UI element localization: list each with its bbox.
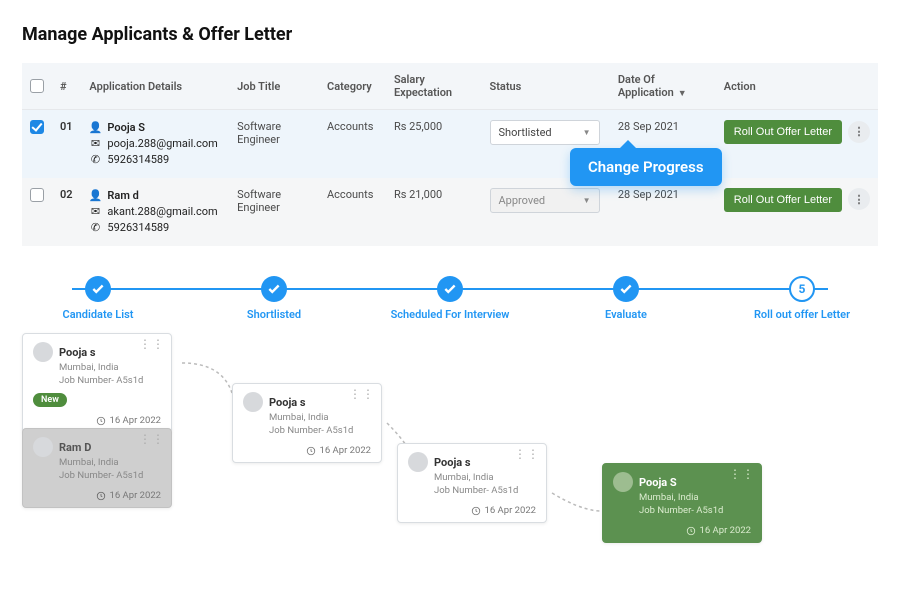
table-row: 01 👤Pooja S ✉pooja.288@gmail.com ✆592631… [22, 110, 878, 178]
avatar [33, 342, 53, 362]
status-select[interactable]: Shortlisted▼ [490, 120, 600, 145]
roll-out-offer-button[interactable]: Roll Out Offer Letter [724, 120, 842, 144]
step-candidate-list[interactable]: Candidate List [28, 276, 168, 322]
salary: Rs 21,000 [386, 178, 482, 246]
clock-icon [686, 526, 696, 536]
change-progress-tooltip: Change Progress [570, 148, 722, 186]
card-menu-icon[interactable]: ⋮⋮ [729, 470, 755, 478]
job-title: Software Engineer [229, 110, 319, 178]
step-scheduled-interview[interactable]: Scheduled For Interview [380, 276, 520, 322]
card-menu-icon[interactable]: ⋮⋮ [514, 450, 540, 458]
clock-icon [306, 446, 316, 456]
chevron-down-icon: ▼ [583, 128, 591, 137]
status-select[interactable]: Approved▼ [490, 188, 600, 213]
candidate-card[interactable]: ⋮⋮ Pooja s Mumbai, India Job Number- A5s… [22, 333, 172, 433]
progress-stepper: Candidate List Shortlisted Scheduled For… [22, 276, 878, 322]
phone-icon: ✆ [89, 220, 101, 236]
candidate-card[interactable]: ⋮⋮ Pooja S Mumbai, India Job Number- A5s… [602, 463, 762, 543]
col-salary: Salary Expectation [386, 63, 482, 110]
person-icon: 👤 [89, 120, 101, 136]
job-title: Software Engineer [229, 178, 319, 246]
check-icon [267, 282, 281, 296]
clock-icon [471, 506, 481, 516]
row-actions-menu[interactable]: ⋮ [848, 188, 870, 210]
col-category: Category [319, 63, 386, 110]
candidate-card[interactable]: ⋮⋮ Pooja s Mumbai, India Job Number- A5s… [397, 443, 547, 523]
col-index: # [52, 63, 81, 110]
step-node-pending: 5 [789, 276, 815, 302]
check-icon [443, 282, 457, 296]
card-menu-icon[interactable]: ⋮⋮ [349, 390, 375, 398]
row-checkbox[interactable] [30, 188, 44, 202]
step-node-done [613, 276, 639, 302]
step-shortlisted[interactable]: Shortlisted [204, 276, 344, 322]
check-icon [91, 282, 105, 296]
new-badge: New [33, 393, 67, 407]
email-icon: ✉ [89, 136, 101, 152]
category: Accounts [319, 110, 386, 178]
avatar [613, 472, 633, 492]
avatar [243, 392, 263, 412]
row-index: 02 [52, 178, 81, 246]
step-node-done [85, 276, 111, 302]
check-icon [619, 282, 633, 296]
chevron-down-icon: ▼ [583, 196, 591, 205]
col-status: Status [482, 63, 610, 110]
row-index: 01 [52, 110, 81, 178]
col-job: Job Title [229, 63, 319, 110]
candidate-card[interactable]: ⋮⋮ Pooja s Mumbai, India Job Number- A5s… [232, 383, 382, 463]
col-action: Action [716, 63, 878, 110]
step-roll-out-offer[interactable]: 5 Roll out offer Letter [732, 276, 872, 322]
step-node-done [261, 276, 287, 302]
step-evaluate[interactable]: Evaluate [556, 276, 696, 322]
avatar [33, 437, 53, 457]
select-all-checkbox[interactable] [30, 79, 44, 93]
row-checkbox[interactable] [30, 120, 44, 134]
clock-icon [96, 416, 106, 426]
card-menu-icon[interactable]: ⋮⋮ [139, 340, 165, 348]
email-icon: ✉ [89, 204, 101, 220]
candidate-card[interactable]: ⋮⋮ Ram D Mumbai, India Job Number- A5s1d… [22, 428, 172, 508]
row-actions-menu[interactable]: ⋮ [848, 121, 870, 143]
page-title: Manage Applicants & Offer Letter [22, 24, 878, 45]
step-node-done [437, 276, 463, 302]
col-date[interactable]: Date Of Application▼ [610, 63, 716, 110]
table-row: 02 👤Ram d ✉akant.288@gmail.com ✆59263145… [22, 178, 878, 246]
card-menu-icon[interactable]: ⋮⋮ [139, 435, 165, 443]
clock-icon [96, 491, 106, 501]
applicant-details: 👤Ram d ✉akant.288@gmail.com ✆5926314589 [81, 178, 229, 246]
col-details: Application Details [81, 63, 229, 110]
person-icon: 👤 [89, 188, 101, 204]
category: Accounts [319, 178, 386, 246]
avatar [408, 452, 428, 472]
sort-desc-icon: ▼ [678, 89, 687, 99]
phone-icon: ✆ [89, 152, 101, 168]
application-date: 28 Sep 2021 [610, 178, 716, 246]
applicant-details: 👤Pooja S ✉pooja.288@gmail.com ✆592631458… [81, 110, 229, 178]
applicants-table: # Application Details Job Title Category… [22, 63, 878, 246]
roll-out-offer-button[interactable]: Roll Out Offer Letter [724, 188, 842, 212]
salary: Rs 25,000 [386, 110, 482, 178]
kanban-board: ⋮⋮ Pooja s Mumbai, India Job Number- A5s… [22, 333, 878, 553]
